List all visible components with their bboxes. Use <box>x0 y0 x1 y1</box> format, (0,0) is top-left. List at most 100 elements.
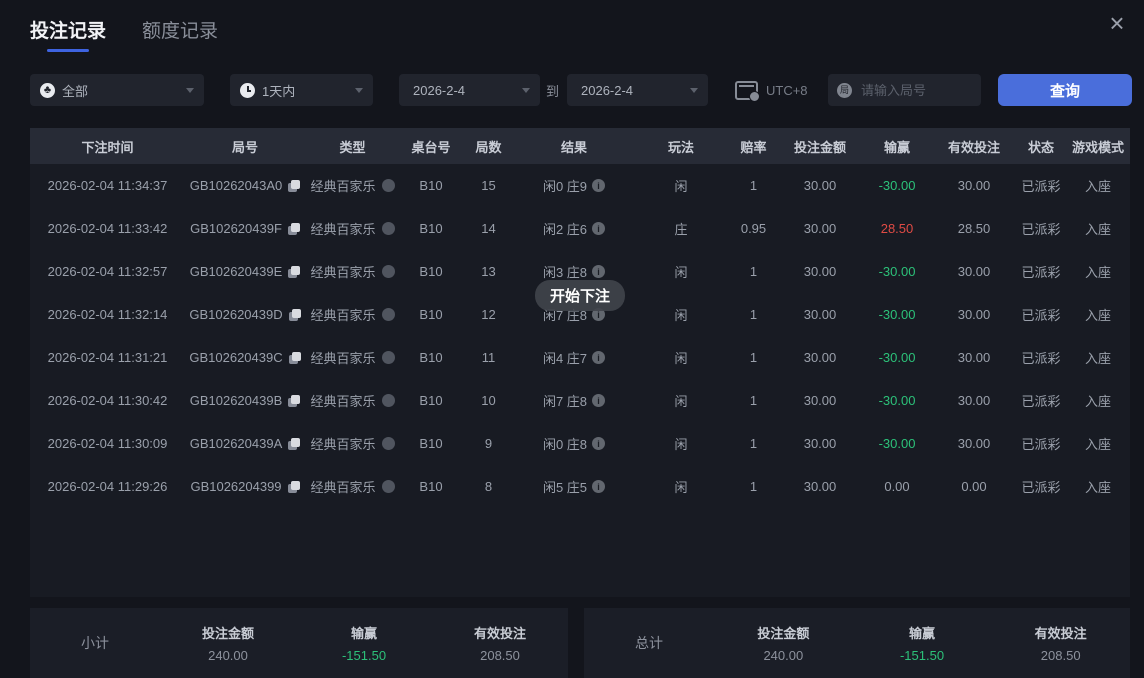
round-search-input[interactable] <box>859 81 973 99</box>
cell-game-mode: 入座 <box>1084 480 1111 495</box>
column-header: 下注时间 <box>81 139 134 155</box>
info-icon[interactable] <box>592 179 606 192</box>
copy-icon[interactable] <box>288 308 301 321</box>
club-icon <box>40 82 55 98</box>
cell-game-type: 经典百家乐 <box>305 176 400 195</box>
cell-game-mode: 入座 <box>1084 265 1111 280</box>
cell-game-type: 经典百家乐 <box>305 219 400 238</box>
info-icon[interactable] <box>592 222 606 235</box>
clock-icon <box>240 82 255 98</box>
copy-icon[interactable] <box>288 394 301 407</box>
cell-odds: 1 <box>749 264 758 279</box>
date-from-select[interactable]: 2026-2-4 <box>399 74 540 106</box>
cell-bet-amount: 30.00 <box>803 436 837 451</box>
game-type-dot-icon <box>381 222 395 235</box>
tab-quota-records[interactable]: 额度记录 <box>142 16 218 52</box>
game-type-dot-icon <box>381 351 395 364</box>
game-type-select[interactable]: 全部 <box>30 74 204 106</box>
info-icon[interactable] <box>592 394 606 407</box>
info-icon[interactable] <box>592 265 606 278</box>
cell-win-loss: 0.00 <box>884 479 910 494</box>
cell-odds: 1 <box>749 479 758 494</box>
cell-game-type: 经典百家乐 <box>305 262 400 281</box>
cell-table-number: B10 <box>419 479 443 494</box>
cell-bet-time: 2026-02-04 11:33:42 <box>47 221 168 236</box>
cell-round-count: 15 <box>481 178 496 193</box>
cell-bet-amount: 30.00 <box>803 350 837 365</box>
cell-result: 闲2 庄6 <box>515 219 633 238</box>
column-header: 赔率 <box>740 139 767 155</box>
calendar-clock-icon <box>735 80 760 102</box>
date-to-select[interactable]: 2026-2-4 <box>567 74 708 106</box>
cell-round-id: GB102620439F <box>185 221 305 236</box>
game-type-dot-icon <box>381 437 395 450</box>
cell-bet-amount: 30.00 <box>803 221 837 236</box>
info-icon[interactable] <box>592 480 606 493</box>
game-type-dot-icon <box>381 265 395 278</box>
cell-table-number: B10 <box>419 393 443 408</box>
cell-bet-amount: 30.00 <box>803 178 837 193</box>
cell-round-count: 11 <box>481 350 496 365</box>
round-number-icon <box>837 82 852 98</box>
cell-win-loss: -30.00 <box>878 264 916 279</box>
copy-icon[interactable] <box>288 437 301 450</box>
cell-round-count: 13 <box>481 264 496 279</box>
cell-game-mode: 入座 <box>1084 308 1111 323</box>
timezone-indicator[interactable]: UTC+8 <box>735 74 808 106</box>
cell-bet-time: 2026-02-04 11:29:26 <box>47 479 168 494</box>
cell-win-loss: -30.00 <box>878 307 916 322</box>
cell-table-number: B10 <box>419 178 443 193</box>
cell-game-type: 经典百家乐 <box>305 477 400 496</box>
cell-result: 闲5 庄5 <box>515 477 633 496</box>
total-label: 总计 <box>635 635 663 651</box>
cell-status: 已派彩 <box>1021 308 1061 323</box>
tab-bar: 投注记录 额度记录 <box>30 16 218 52</box>
table-row: 2026-02-04 11:29:26 GB1026204399 经典百家乐 B… <box>30 465 1130 508</box>
cell-valid-bet: 30.00 <box>957 307 991 322</box>
cell-game-type: 经典百家乐 <box>305 434 400 453</box>
cell-result: 闲4 庄7 <box>515 348 633 367</box>
copy-icon[interactable] <box>287 480 300 493</box>
betting-records-dialog: 投注记录 额度记录 × 全部 1天内 2026-2-4 到 2026-2-4 U… <box>0 0 1144 678</box>
cell-bet-amount: 30.00 <box>803 264 837 279</box>
cell-play: 闲 <box>674 351 688 366</box>
game-type-dot-icon <box>381 394 395 407</box>
cell-table-number: B10 <box>419 350 443 365</box>
copy-icon[interactable] <box>287 222 300 235</box>
timezone-label: UTC+8 <box>766 82 808 98</box>
subtotal-bet-amount: 投注金额 240.00 <box>201 626 254 663</box>
close-icon[interactable]: × <box>1100 6 1134 40</box>
cell-round-count: 9 <box>484 436 493 451</box>
info-icon[interactable] <box>592 351 606 364</box>
cell-odds: 1 <box>749 393 758 408</box>
total-win-loss: 输赢 -151.50 <box>899 626 945 663</box>
table-row: 2026-02-04 11:31:21 GB102620439C 经典百家乐 B… <box>30 336 1130 379</box>
info-icon[interactable] <box>592 437 606 450</box>
copy-icon[interactable] <box>288 265 301 278</box>
cell-result: 闲7 庄8 <box>515 391 633 410</box>
cell-odds: 1 <box>749 350 758 365</box>
cell-table-number: B10 <box>419 307 443 322</box>
cell-status: 已派彩 <box>1021 179 1061 194</box>
cell-win-loss: -30.00 <box>878 350 916 365</box>
cell-table-number: B10 <box>419 436 443 451</box>
table-row: 2026-02-04 11:33:42 GB102620439F 经典百家乐 B… <box>30 207 1130 250</box>
copy-icon[interactable] <box>288 179 301 192</box>
cell-odds: 1 <box>749 307 758 322</box>
cell-round-count: 14 <box>481 221 496 236</box>
cell-game-mode: 入座 <box>1084 222 1111 237</box>
cell-bet-time: 2026-02-04 11:30:42 <box>47 393 168 408</box>
copy-icon[interactable] <box>288 351 301 364</box>
start-betting-toast: 开始下注 <box>534 280 626 311</box>
column-header: 局数 <box>475 139 502 155</box>
cell-win-loss: -30.00 <box>878 393 916 408</box>
cell-game-type: 经典百家乐 <box>305 305 400 324</box>
chevron-down-icon <box>355 87 363 93</box>
time-range-select[interactable]: 1天内 <box>230 74 373 106</box>
cell-status: 已派彩 <box>1021 437 1061 452</box>
subtotal-valid-bet: 有效投注 208.50 <box>473 626 526 663</box>
query-button[interactable]: 查询 <box>998 74 1132 106</box>
column-header: 类型 <box>339 139 366 155</box>
subtotal-label: 小计 <box>81 635 109 651</box>
tab-betting-records[interactable]: 投注记录 <box>30 16 106 52</box>
